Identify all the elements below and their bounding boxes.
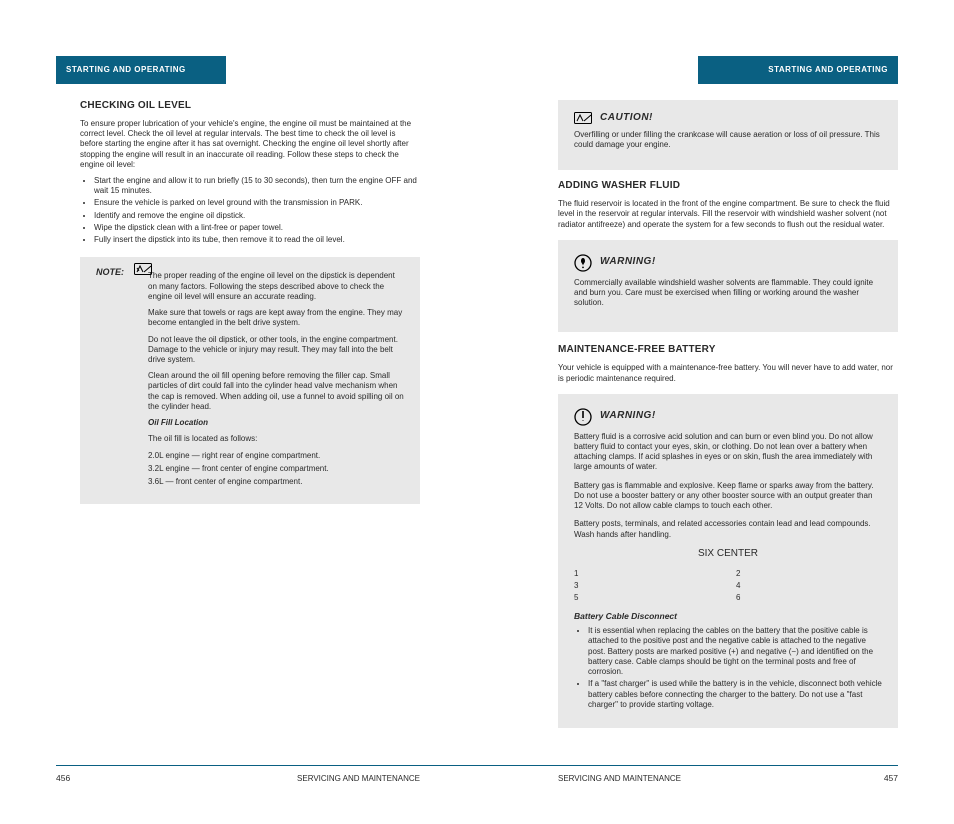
- note-box: NOTE: The proper reading of the engine o…: [80, 257, 420, 504]
- caution-label: CAUTION!: [600, 112, 653, 125]
- six-2: 2: [736, 569, 882, 579]
- warning-icon-battery: [574, 408, 592, 426]
- caution-text: Overfilling or under filling the crankca…: [574, 130, 882, 150]
- footer-page-right: 457: [884, 773, 898, 784]
- six-center-title: SIX CENTER: [574, 548, 882, 561]
- oil-step-5: Fully insert the dipstick into its tube,…: [94, 235, 420, 245]
- footer-page-left: 456: [56, 773, 70, 784]
- engine-list: 2.0L engine — right rear of engine compa…: [148, 451, 404, 488]
- section-title-oil: CHECKING OIL LEVEL: [80, 100, 420, 113]
- engine-item-2: 3.2L engine — front center of engine com…: [148, 464, 404, 474]
- warning-icon: [574, 254, 592, 272]
- section-title-washer: ADDING WASHER FLUID: [558, 180, 898, 193]
- warning-text: Commercially available windshield washer…: [574, 278, 882, 309]
- six-5: 5: [574, 593, 720, 603]
- page-header-right: STARTING AND OPERATING: [698, 56, 898, 84]
- battery-sub-bullets: It is essential when replacing the cable…: [574, 626, 882, 710]
- six-3: 3: [574, 581, 720, 591]
- battery-paragraph: Your vehicle is equipped with a maintena…: [558, 363, 898, 383]
- page-header-left: STARTING AND OPERATING: [56, 56, 226, 84]
- note-label: NOTE:: [96, 267, 124, 279]
- battery-sub-1: It is essential when replacing the cable…: [588, 626, 882, 677]
- engine-list-label: The oil fill is located as follows:: [148, 434, 404, 444]
- battery-warn-p2: Battery gas is flammable and explosive. …: [574, 481, 882, 512]
- warning-box-washer: WARNING! Commercially available windshie…: [558, 240, 898, 333]
- footer-title-right: SERVICING AND MAINTENANCE: [558, 774, 898, 784]
- left-column: CHECKING OIL LEVEL To ensure proper lubr…: [80, 100, 420, 514]
- note-icon: [134, 263, 152, 275]
- oil-step-4: Wipe the dipstick clean with a lint-free…: [94, 223, 420, 233]
- battery-sub-title: Battery Cable Disconnect: [574, 611, 882, 622]
- oil-check-steps: Start the engine and allow it to run bri…: [80, 176, 420, 245]
- six-1: 1: [574, 569, 720, 579]
- warning-label: WARNING!: [600, 256, 656, 269]
- note-p3: Do not leave the oil dipstick, or other …: [148, 335, 404, 366]
- caution-icon: [574, 112, 592, 124]
- battery-warn-p3: Battery posts, terminals, and related ac…: [574, 519, 882, 539]
- footer-title-left: SERVICING AND MAINTENANCE: [80, 774, 420, 784]
- header-right-label: STARTING AND OPERATING: [768, 65, 888, 75]
- battery-warn-p1: Battery fluid is a corrosive acid soluti…: [574, 432, 882, 473]
- oil-step-1: Start the engine and allow it to run bri…: [94, 176, 420, 196]
- engine-item-1: 2.0L engine — right rear of engine compa…: [148, 451, 404, 461]
- header-left-label: STARTING AND OPERATING: [66, 65, 186, 75]
- warning-label-battery: WARNING!: [600, 410, 656, 423]
- note-p1: The proper reading of the engine oil lev…: [148, 271, 404, 302]
- oil-step-2: Ensure the vehicle is parked on level gr…: [94, 198, 420, 208]
- six-6: 6: [736, 593, 882, 603]
- six-grid: 1 2 3 4 5 6: [574, 569, 882, 604]
- battery-sub-2: If a "fast charger" is used while the ba…: [588, 679, 882, 710]
- oil-step-3: Identify and remove the engine oil dipst…: [94, 211, 420, 221]
- engine-item-3: 3.6L — front center of engine compartmen…: [148, 477, 404, 487]
- note-p4: Clean around the oil fill opening before…: [148, 371, 404, 412]
- note-p2: Make sure that towels or rags are kept a…: [148, 308, 404, 328]
- footer-rule: [56, 765, 898, 766]
- caution-box: CAUTION! Overfilling or under filling th…: [558, 100, 898, 170]
- oil-intro-paragraph: To ensure proper lubrication of your veh…: [80, 119, 420, 170]
- section-title-battery: MAINTENANCE-FREE BATTERY: [558, 344, 898, 357]
- washer-paragraph: The fluid reservoir is located in the fr…: [558, 199, 898, 230]
- warning-box-battery: WARNING! Battery fluid is a corrosive ac…: [558, 394, 898, 728]
- right-column: CAUTION! Overfilling or under filling th…: [558, 100, 898, 728]
- six-4: 4: [736, 581, 882, 591]
- oil-fill-title: Oil Fill Location: [148, 418, 404, 428]
